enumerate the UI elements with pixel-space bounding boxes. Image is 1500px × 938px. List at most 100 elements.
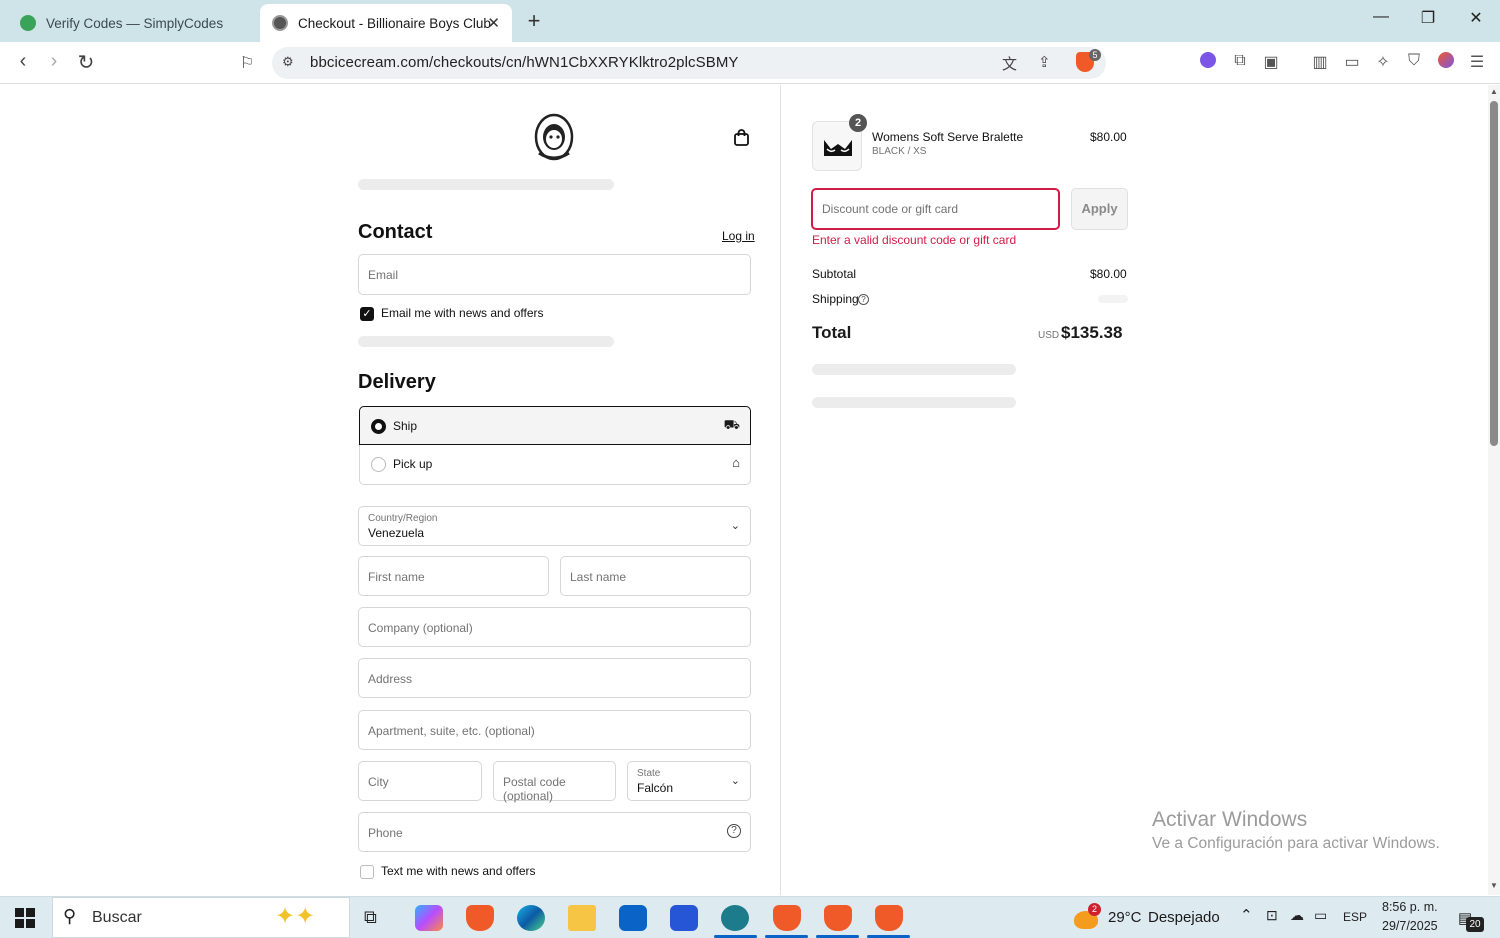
leo-ai-icon[interactable]: ✧	[1372, 52, 1394, 72]
brave-window-3-icon[interactable]	[875, 905, 903, 931]
tab-simplycodes[interactable]: Verify Codes — SimplyCodes	[8, 4, 258, 42]
help-icon[interactable]: ?	[727, 824, 741, 838]
vpn-icon[interactable]: ⛉	[1403, 52, 1425, 70]
last-name-field[interactable]: Last name	[560, 556, 751, 596]
ship-option[interactable]: Ship ⛟	[359, 406, 751, 445]
weather-description[interactable]: Despejado	[1148, 909, 1220, 926]
tab-search-icon[interactable]: ▣	[1260, 52, 1282, 72]
chevron-down-icon: ⌄	[730, 520, 740, 532]
phone-field[interactable]: Phone ?	[358, 812, 751, 852]
store-icon: ⌂	[732, 455, 740, 470]
apartment-placeholder: Apartment, suite, etc. (optional)	[368, 724, 535, 738]
extensions-icon[interactable]: ⧉	[1229, 52, 1251, 70]
forward-button[interactable]: ›	[41, 50, 67, 73]
email-optin-checkbox[interactable]: ✓	[360, 307, 374, 321]
address-bar[interactable]: ⚙ bbcicecream.com/checkouts/cn/hWN1CbXXR…	[272, 47, 1106, 79]
pickup-radio[interactable]	[371, 457, 386, 472]
translate-icon[interactable]: 文	[1002, 53, 1017, 74]
city-placeholder: City	[368, 775, 389, 789]
clock-date[interactable]: 29/7/2025	[1382, 919, 1438, 933]
extension-simplycodes-icon[interactable]	[1200, 52, 1216, 68]
close-window-button[interactable]: ✕	[1461, 8, 1491, 28]
loading-placeholder	[812, 397, 1016, 408]
login-link[interactable]: Log in	[722, 229, 755, 243]
country-value: Venezuela	[368, 526, 425, 540]
vpn-app-icon[interactable]	[721, 905, 749, 931]
network-icon[interactable]: ▭	[1314, 907, 1327, 924]
brave-window-2-icon[interactable]	[824, 905, 852, 931]
copilot-icon[interactable]	[415, 905, 443, 931]
first-name-field[interactable]: First name	[358, 556, 549, 596]
windows-taskbar: ⚲ Buscar ✦✦ ⧉ 2 29°C Despejado ⌃ ⊡ ☁ ▭ E…	[0, 896, 1500, 938]
postal-code-placeholder: Postal code (optional)	[503, 775, 566, 803]
city-field[interactable]: City	[358, 761, 482, 801]
bookmark-icon[interactable]: ⚐	[234, 53, 260, 73]
phone-placeholder: Phone	[368, 826, 403, 840]
share-icon[interactable]: ⇪	[1038, 53, 1051, 71]
restore-window-button[interactable]: ❐	[1413, 8, 1443, 28]
apply-discount-button[interactable]: Apply	[1071, 188, 1128, 230]
globe-favicon-icon	[272, 15, 288, 31]
quantity-badge: 2	[849, 114, 867, 132]
task-view-icon[interactable]: ⧉	[364, 907, 377, 928]
subtotal-value: $80.00	[1090, 267, 1127, 281]
apartment-field[interactable]: Apartment, suite, etc. (optional)	[358, 710, 751, 750]
weather-temperature[interactable]: 29°C	[1108, 909, 1142, 926]
scroll-up-arrow-icon[interactable]: ▲	[1490, 87, 1498, 96]
email-placeholder: Email	[368, 268, 399, 282]
country-select[interactable]: Country/Region Venezuela ⌄	[358, 506, 751, 546]
taskbar-search-box[interactable]: ⚲ Buscar ✦✦	[52, 897, 350, 938]
brave-window-1-icon[interactable]	[773, 905, 801, 931]
weather-widget[interactable]: 2	[1074, 903, 1101, 931]
file-explorer-icon[interactable]	[568, 905, 596, 931]
sidebar-icon[interactable]: ▥	[1309, 52, 1331, 72]
microsoft-store-icon[interactable]	[670, 905, 698, 931]
show-hidden-icons-chevron-icon[interactable]: ⌃	[1240, 906, 1253, 924]
edge-browser-icon[interactable]	[517, 905, 545, 931]
weather-badge: 2	[1088, 903, 1101, 916]
shopping-bag-icon[interactable]	[733, 129, 750, 146]
tab-checkout[interactable]: Checkout - Billionaire Boys Club ✕	[260, 4, 512, 42]
rewards-icon[interactable]	[1438, 52, 1454, 68]
meet-now-icon[interactable]: ⊡	[1266, 907, 1278, 924]
state-select[interactable]: State Falcón ⌄	[627, 761, 751, 801]
truck-icon: ⛟	[723, 417, 740, 432]
shipping-info-icon[interactable]: ?	[858, 294, 869, 305]
page-scrollbar[interactable]: ▲ ▼	[1488, 85, 1500, 895]
subtotal-label: Subtotal	[812, 267, 857, 281]
wallet-icon[interactable]: ▭	[1341, 52, 1363, 72]
site-info-icon[interactable]: ⚙	[282, 54, 294, 70]
loading-placeholder	[812, 364, 1016, 375]
reload-button[interactable]: ↻	[73, 50, 99, 75]
clock-time[interactable]: 8:56 p. m.	[1382, 900, 1438, 914]
back-button[interactable]: ‹	[10, 50, 36, 73]
email-field[interactable]: Email	[358, 254, 751, 295]
brave-browser-icon[interactable]	[466, 905, 494, 931]
sms-optin-checkbox[interactable]	[360, 865, 374, 879]
pickup-option[interactable]: Pick up ⌂	[359, 445, 751, 485]
search-icon: ⚲	[63, 906, 77, 926]
currency-label: USD	[1038, 330, 1060, 341]
menu-icon[interactable]: ☰	[1466, 52, 1488, 72]
shipping-label: Shipping	[812, 292, 859, 306]
discount-code-field[interactable]: Discount code or gift card	[811, 188, 1060, 230]
minimize-window-button[interactable]: —	[1366, 8, 1396, 26]
onedrive-icon[interactable]: ☁	[1290, 907, 1304, 924]
url-text[interactable]: bbcicecream.com/checkouts/cn/hWN1CbXXRYK…	[310, 54, 739, 71]
scroll-down-arrow-icon[interactable]: ▼	[1490, 881, 1498, 890]
company-field[interactable]: Company (optional)	[358, 607, 751, 647]
outlook-icon[interactable]	[619, 905, 647, 931]
scrollbar-thumb[interactable]	[1490, 101, 1498, 446]
state-value: Falcón	[637, 781, 674, 795]
postal-code-field[interactable]: Postal code (optional)	[493, 761, 616, 803]
bbc-logo-icon[interactable]	[533, 113, 575, 163]
new-tab-button[interactable]: +	[522, 8, 546, 34]
address-field[interactable]: Address	[358, 658, 751, 698]
notification-count-badge: 20	[1466, 917, 1484, 932]
ship-radio[interactable]	[371, 419, 386, 434]
language-indicator[interactable]: ESP	[1343, 910, 1367, 924]
shields-badge: 5	[1089, 49, 1101, 61]
windows-start-icon[interactable]	[15, 908, 35, 928]
tab-title: Verify Codes — SimplyCodes	[46, 15, 224, 31]
close-tab-icon[interactable]: ✕	[487, 14, 500, 32]
